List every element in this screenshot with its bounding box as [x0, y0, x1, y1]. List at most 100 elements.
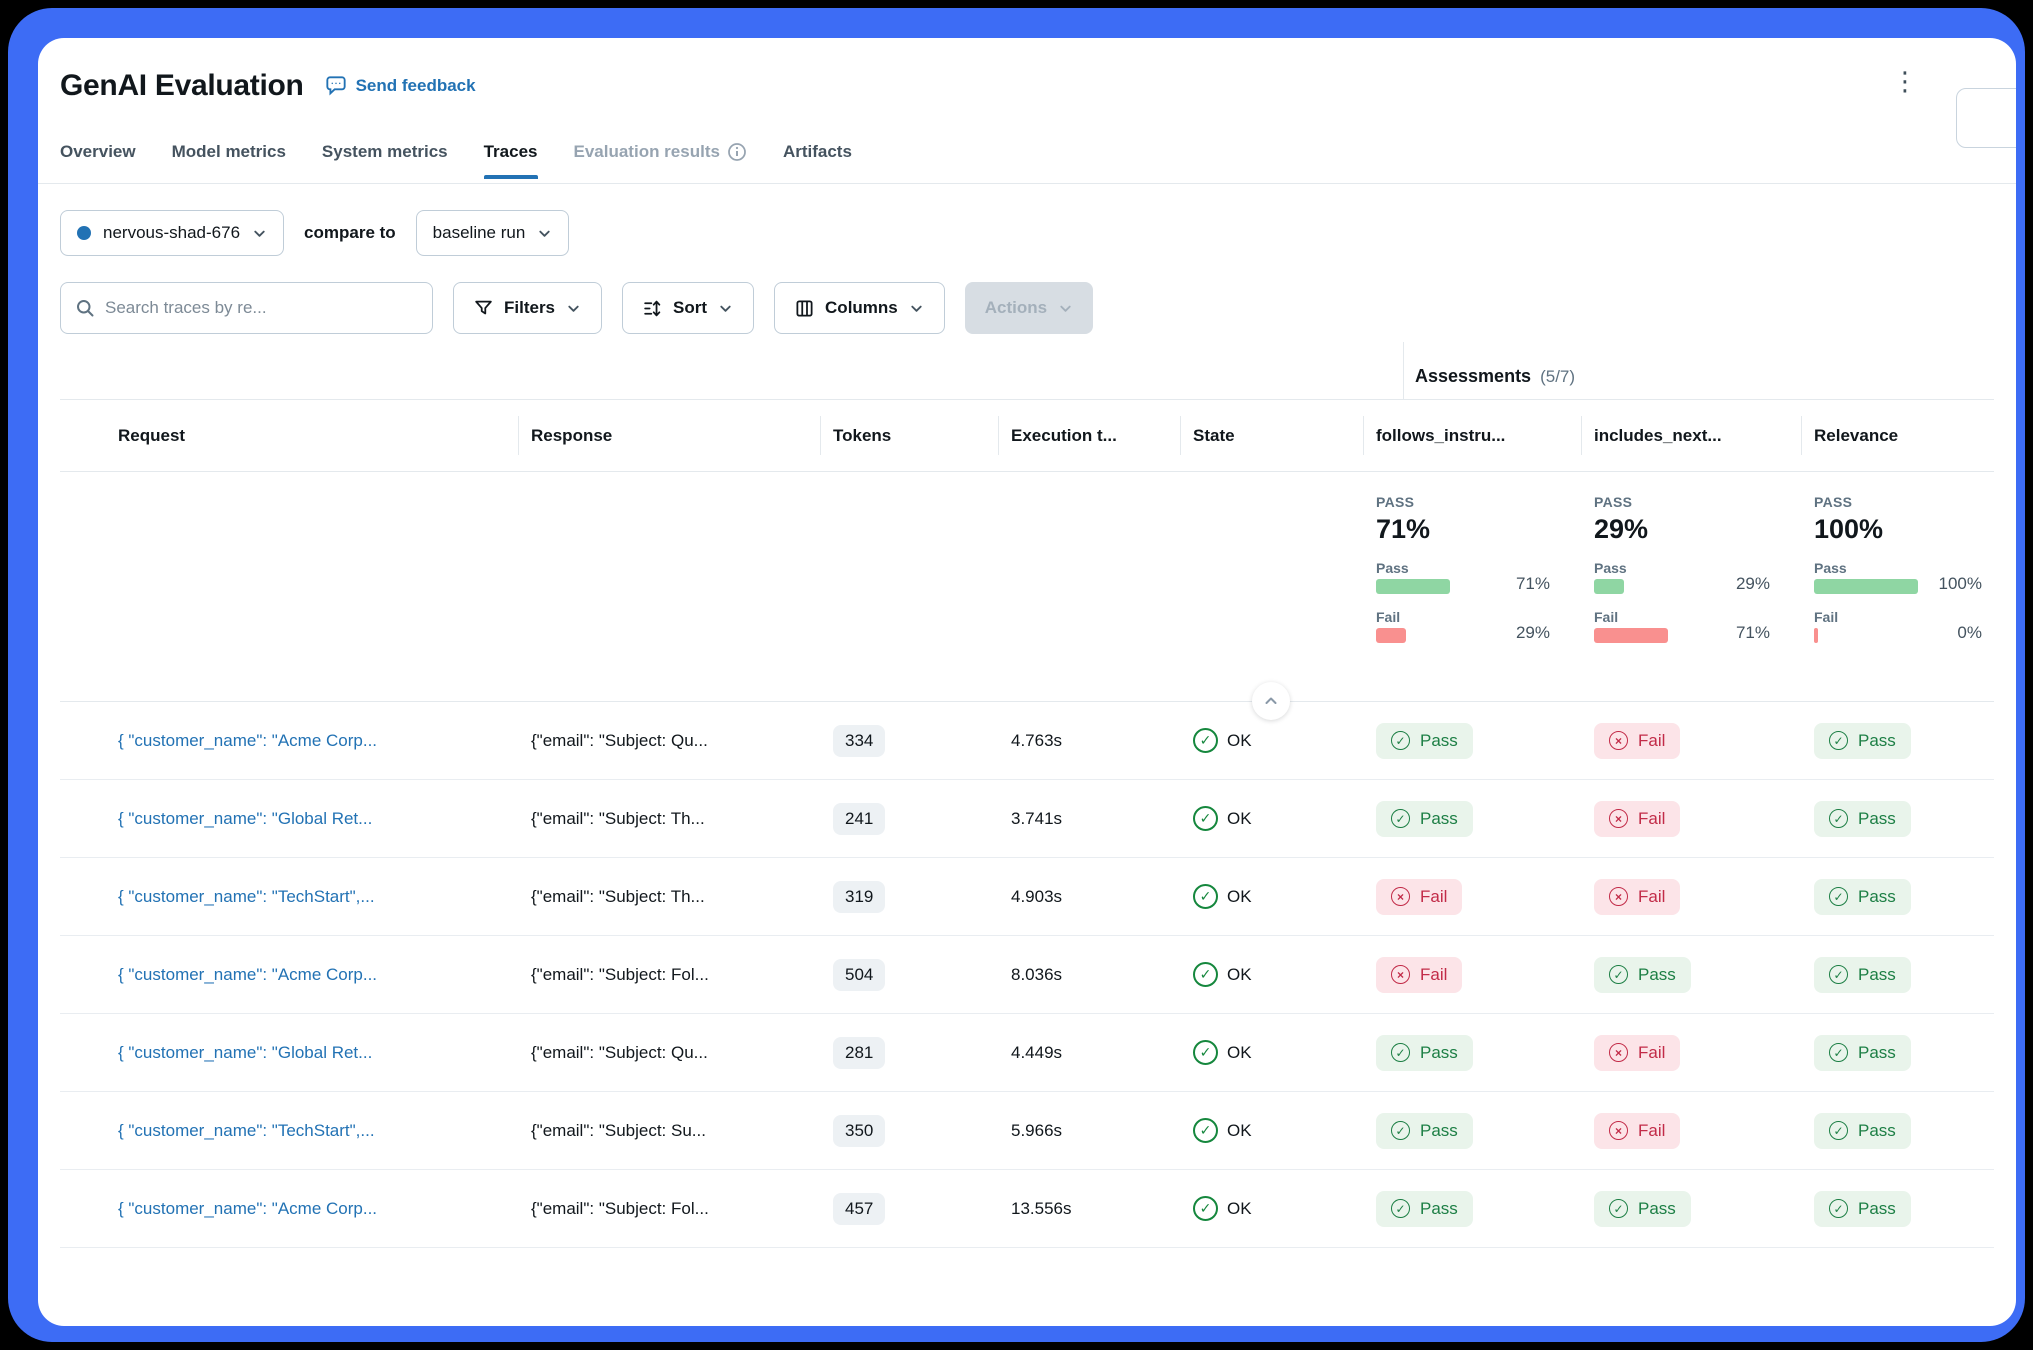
state-cell: ✓OK — [1180, 1170, 1363, 1247]
col-header-includes-next[interactable]: includes_next... — [1581, 400, 1801, 471]
request-link[interactable]: { "customer_name": "TechStart",... — [118, 1121, 375, 1141]
collapse-summary-button[interactable] — [1252, 682, 1290, 720]
sort-button[interactable]: Sort — [622, 282, 754, 334]
sort-icon — [643, 299, 662, 318]
ok-check-icon: ✓ — [1193, 1118, 1218, 1143]
col-header-follows-instructions[interactable]: follows_instru... — [1363, 400, 1581, 471]
assessment-badge-relevance[interactable]: ✓Pass — [1814, 957, 1911, 993]
col-header-tokens[interactable]: Tokens — [820, 400, 998, 471]
run-selector-row: nervous-shad-676 compare to baseline run — [60, 210, 1994, 256]
state-cell: ✓OK — [1180, 1014, 1363, 1091]
table-header-row: Request Response Tokens Execution t... S… — [60, 400, 1994, 472]
kebab-menu-icon[interactable]: ⋮ — [1882, 62, 1928, 102]
execution-time: 5.966s — [998, 1092, 1180, 1169]
tab-model-metrics[interactable]: Model metrics — [172, 142, 286, 178]
execution-time: 4.449s — [998, 1014, 1180, 1091]
table-row[interactable]: { "customer_name": "Acme Corp... {"email… — [60, 1170, 1994, 1248]
window-frame: GenAI Evaluation Send feedback ⋮ — [8, 8, 2025, 1342]
response-cell: {"email": "Subject: Qu... — [531, 731, 708, 751]
send-feedback-link[interactable]: Send feedback — [324, 74, 476, 98]
execution-time: 4.903s — [998, 858, 1180, 935]
assessment-badge-includes[interactable]: ×Fail — [1594, 723, 1680, 759]
pass-bar — [1594, 579, 1624, 594]
tab-artifacts[interactable]: Artifacts — [783, 142, 852, 178]
assessment-badge-follows[interactable]: ✓Pass — [1376, 1035, 1473, 1071]
tab-traces[interactable]: Traces — [484, 142, 538, 178]
speech-bubble-icon — [324, 74, 348, 98]
badge-status-icon: × — [1609, 1043, 1628, 1062]
assessment-badge-relevance[interactable]: ✓Pass — [1814, 879, 1911, 915]
tab-bar: Overview Model metrics System metrics Tr… — [38, 142, 2016, 184]
assessment-badge-follows[interactable]: ×Fail — [1376, 957, 1462, 993]
col-header-relevance[interactable]: Relevance — [1801, 400, 2013, 471]
response-cell: {"email": "Subject: Th... — [531, 809, 705, 829]
state-cell: ✓OK — [1180, 1092, 1363, 1169]
response-cell: {"email": "Subject: Qu... — [531, 1043, 708, 1063]
search-input[interactable] — [105, 298, 418, 318]
assessment-badge-follows[interactable]: ✓Pass — [1376, 801, 1473, 837]
table-row[interactable]: { "customer_name": "TechStart",... {"ema… — [60, 858, 1994, 936]
badge-status-icon: ✓ — [1391, 1121, 1410, 1140]
table-row[interactable]: { "customer_name": "TechStart",... {"ema… — [60, 1092, 1994, 1170]
tokens-badge: 457 — [833, 1193, 885, 1225]
actions-button[interactable]: Actions — [965, 282, 1093, 334]
badge-status-icon: ✓ — [1391, 731, 1410, 750]
fail-bar — [1594, 628, 1668, 643]
table-row[interactable]: { "customer_name": "Global Ret... {"emai… — [60, 1014, 1994, 1092]
filters-button[interactable]: Filters — [453, 282, 602, 334]
state-cell: ✓OK — [1180, 936, 1363, 1013]
assessment-badge-relevance[interactable]: ✓Pass — [1814, 1191, 1911, 1227]
assessment-badge-includes[interactable]: ×Fail — [1594, 1113, 1680, 1149]
columns-button[interactable]: Columns — [774, 282, 945, 334]
tab-evaluation-results[interactable]: Evaluation results — [574, 142, 747, 178]
assessment-badge-relevance[interactable]: ✓Pass — [1814, 1113, 1911, 1149]
assessment-badge-follows[interactable]: ✓Pass — [1376, 1191, 1473, 1227]
request-link[interactable]: { "customer_name": "TechStart",... — [118, 887, 375, 907]
table-row[interactable]: { "customer_name": "Acme Corp... {"email… — [60, 702, 1994, 780]
assessment-badge-relevance[interactable]: ✓Pass — [1814, 801, 1911, 837]
badge-status-icon: ✓ — [1609, 965, 1628, 984]
badge-status-icon: ✓ — [1829, 887, 1848, 906]
col-header-execution-time[interactable]: Execution t... — [998, 400, 1180, 471]
assessments-group-row: Assessments (5/7) — [60, 334, 1994, 400]
badge-status-icon: ✓ — [1829, 809, 1848, 828]
request-link[interactable]: { "customer_name": "Acme Corp... — [118, 1199, 377, 1219]
assessment-badge-includes[interactable]: ✓Pass — [1594, 957, 1691, 993]
search-box[interactable] — [60, 282, 433, 334]
col-header-response[interactable]: Response — [518, 400, 820, 471]
assessment-badge-includes[interactable]: ×Fail — [1594, 879, 1680, 915]
request-link[interactable]: { "customer_name": "Acme Corp... — [118, 731, 377, 751]
col-header-state[interactable]: State — [1180, 400, 1363, 471]
assessment-badge-includes[interactable]: ×Fail — [1594, 801, 1680, 837]
assessment-badge-relevance[interactable]: ✓Pass — [1814, 723, 1911, 759]
assessment-badge-follows[interactable]: ×Fail — [1376, 879, 1462, 915]
tokens-badge: 281 — [833, 1037, 885, 1069]
request-link[interactable]: { "customer_name": "Acme Corp... — [118, 965, 377, 985]
table-row[interactable]: { "customer_name": "Acme Corp... {"email… — [60, 936, 1994, 1014]
request-link[interactable]: { "customer_name": "Global Ret... — [118, 809, 372, 829]
table-row[interactable]: { "customer_name": "Global Ret... {"emai… — [60, 780, 1994, 858]
assessment-badge-follows[interactable]: ✓Pass — [1376, 1113, 1473, 1149]
tab-system-metrics[interactable]: System metrics — [322, 142, 448, 178]
traces-table: Assessments (5/7) Request Response Token… — [60, 334, 1994, 1248]
run-select-dropdown[interactable]: nervous-shad-676 — [60, 210, 284, 256]
assessments-summary-row: PASS 71% Pass 71% Fail — [60, 472, 1994, 702]
assessment-badge-includes[interactable]: ×Fail — [1594, 1035, 1680, 1071]
col-header-request[interactable]: Request — [60, 400, 518, 471]
assessment-badge-includes[interactable]: ✓Pass — [1594, 1191, 1691, 1227]
assessment-badge-relevance[interactable]: ✓Pass — [1814, 1035, 1911, 1071]
run-color-dot — [77, 226, 91, 240]
ok-check-icon: ✓ — [1193, 884, 1218, 909]
clipped-edge-button[interactable] — [1956, 88, 2016, 148]
ok-check-icon: ✓ — [1193, 1196, 1218, 1221]
badge-status-icon: × — [1391, 965, 1410, 984]
info-icon[interactable] — [727, 142, 747, 162]
baseline-run-dropdown[interactable]: baseline run — [416, 210, 570, 256]
request-link[interactable]: { "customer_name": "Global Ret... — [118, 1043, 372, 1063]
tokens-badge: 350 — [833, 1115, 885, 1147]
assessment-badge-follows[interactable]: ✓Pass — [1376, 723, 1473, 759]
app-card: GenAI Evaluation Send feedback ⋮ — [38, 38, 2016, 1326]
tab-overview[interactable]: Overview — [60, 142, 136, 178]
fail-bar — [1814, 628, 1818, 643]
execution-time: 4.763s — [998, 702, 1180, 779]
